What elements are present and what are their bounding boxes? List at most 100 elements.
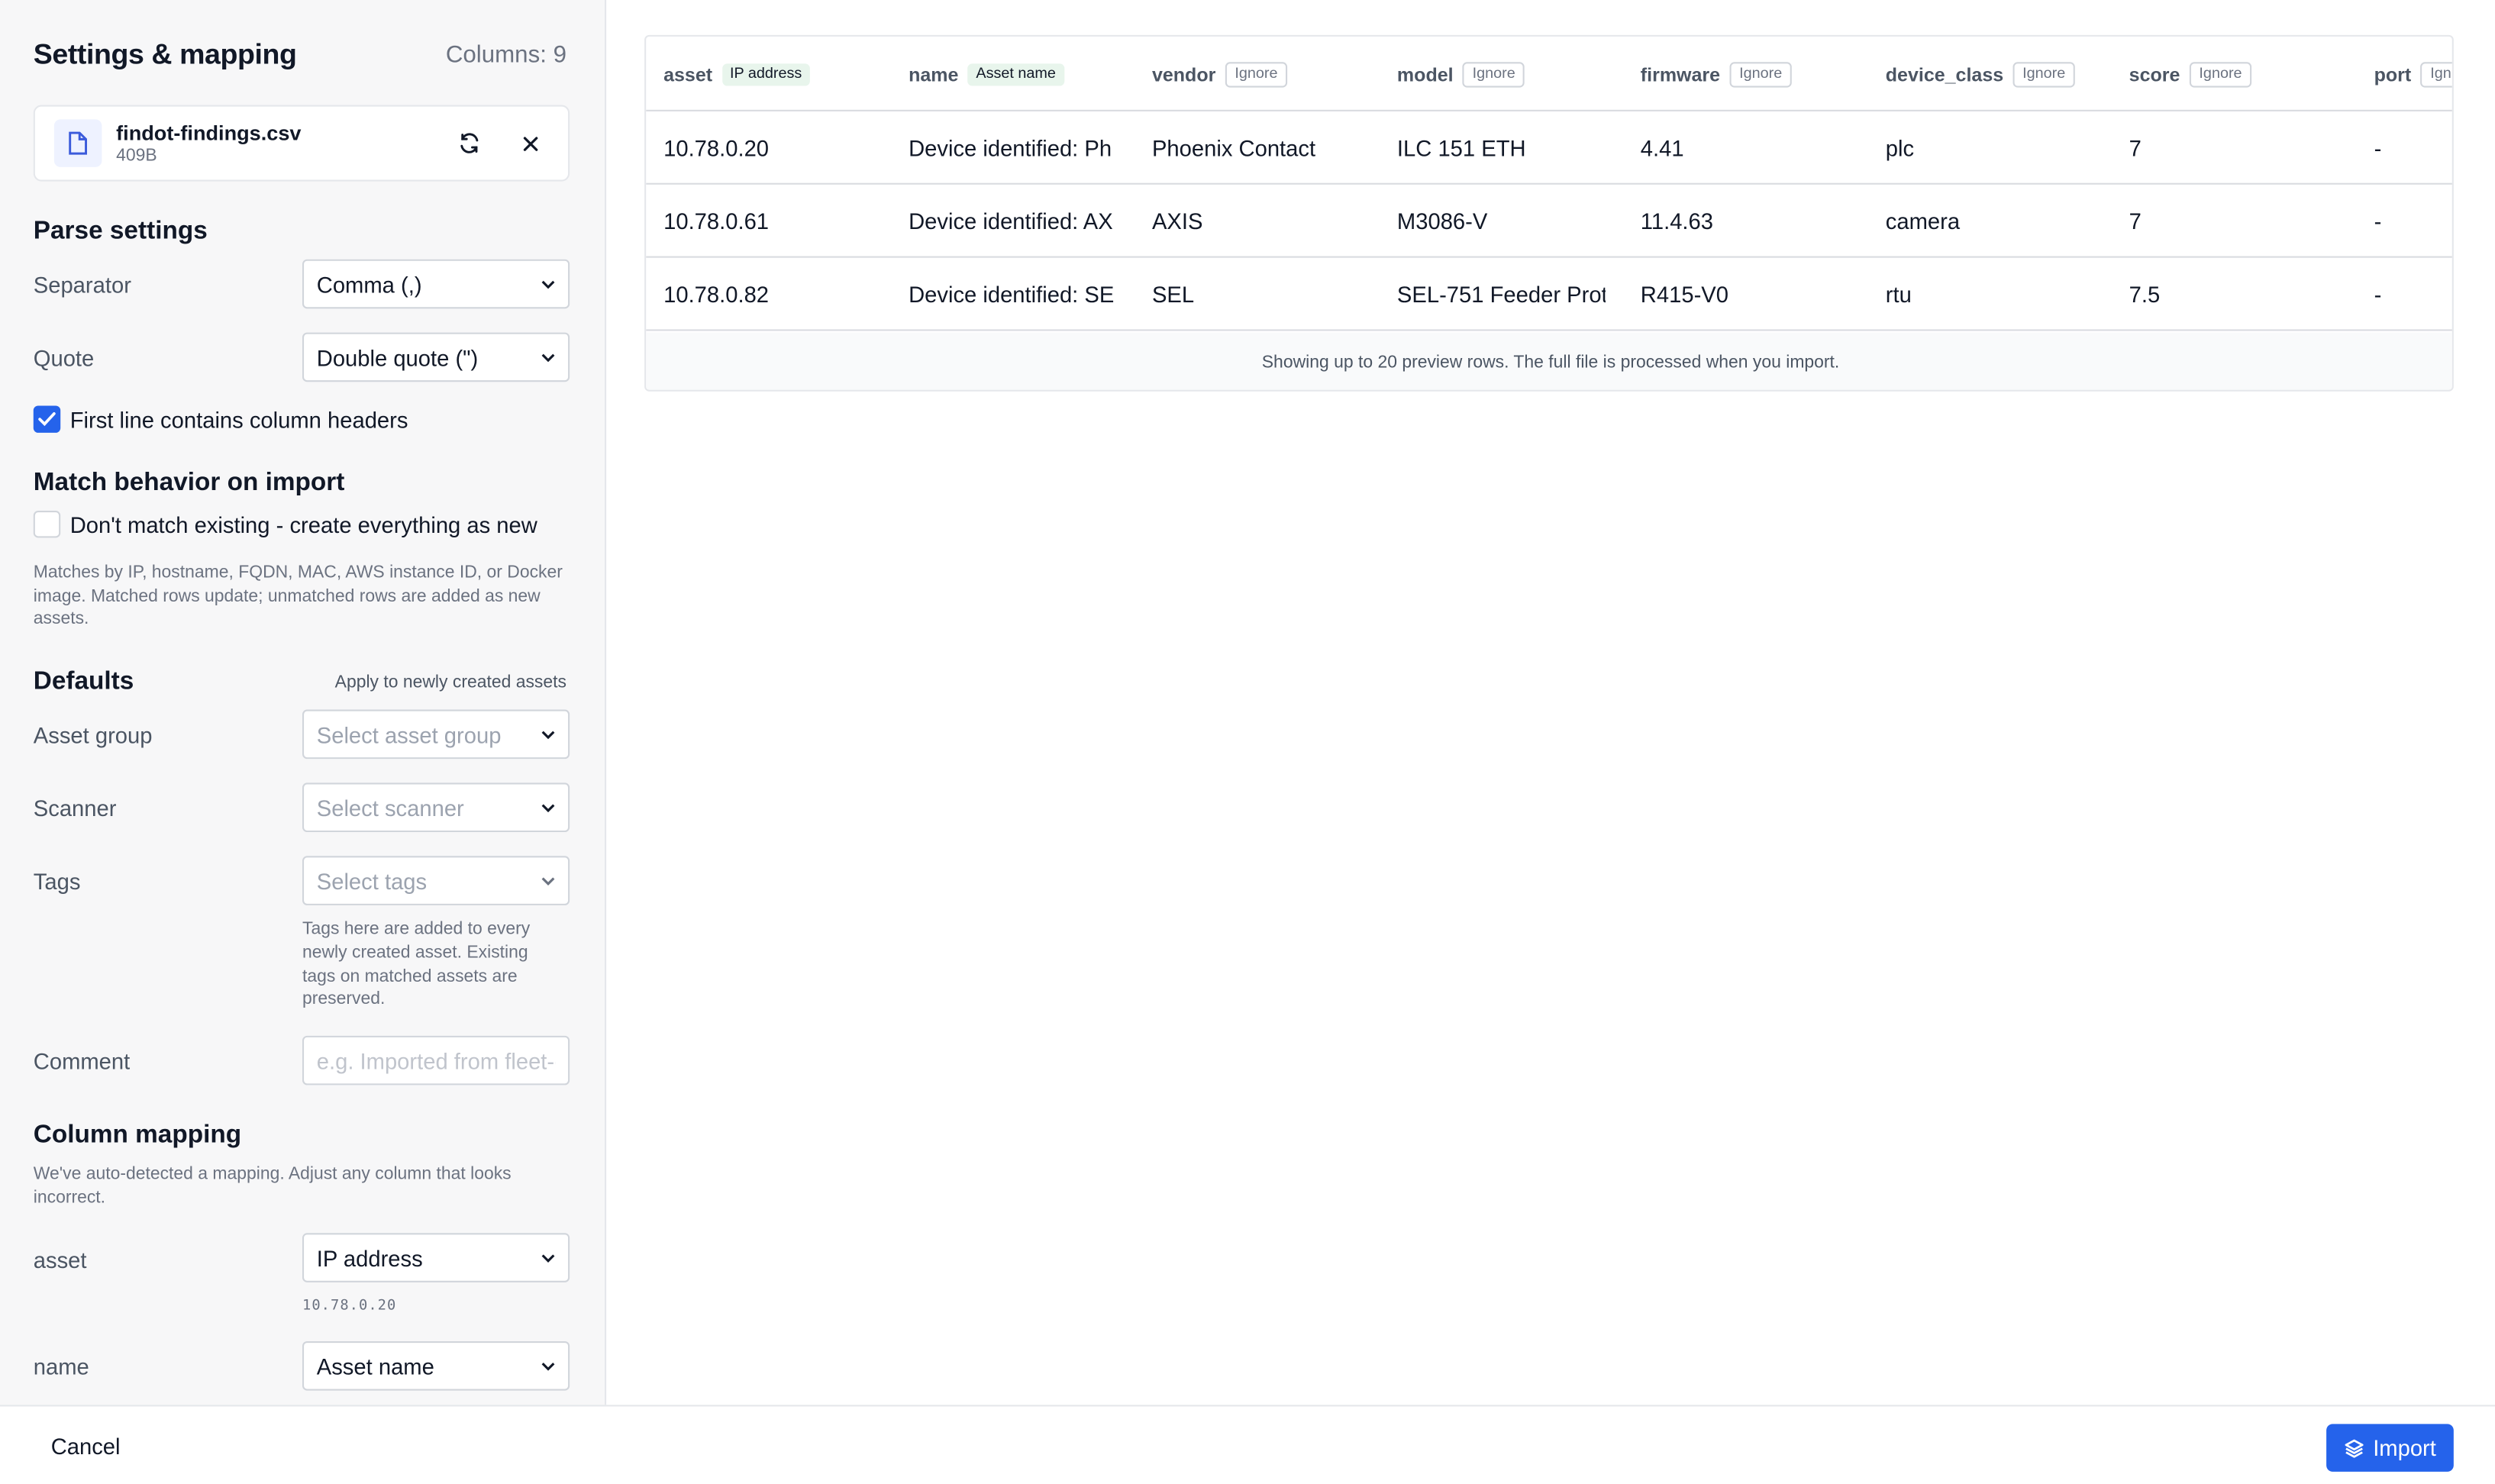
table-cell: SEL-751 Feeder Prote (1396, 281, 1606, 308)
quote-label: Quote (33, 345, 95, 371)
table-cell: AXIS (1151, 208, 1203, 234)
tags-label: Tags (33, 868, 81, 895)
import-dialog: Settings & mapping Columns: 9 findot-fin… (0, 0, 2495, 1484)
mapping-badge[interactable]: Ignore (1729, 61, 1792, 87)
column-header-name[interactable]: name Asset name (909, 37, 1064, 111)
tags-select[interactable]: Select tags (302, 856, 570, 905)
asset-group-label: Asset group (33, 722, 153, 748)
preview-area: asset IP address name Asset name vendor … (608, 0, 2495, 1405)
chevron-down-icon (540, 726, 556, 742)
table-cell: 11.4.63 (1640, 208, 1713, 234)
table-cell: 4.41 (1640, 135, 1684, 161)
comment-input[interactable] (302, 1035, 570, 1086)
columns-count: Columns: 9 (445, 40, 566, 68)
layers-icon (2345, 1437, 2365, 1458)
dont-match-checkbox[interactable] (33, 511, 61, 538)
tags-placeholder: Select tags (316, 867, 428, 894)
column-header-score[interactable]: score Ignore (2129, 37, 2252, 111)
tags-help-text: Tags here are added to every newly creat… (302, 919, 531, 1010)
file-card: findot-findings.csv 409B (33, 105, 570, 182)
chevron-down-icon (540, 1250, 556, 1266)
cancel-button[interactable]: Cancel (51, 1434, 121, 1459)
asset-group-placeholder: Select asset group (316, 721, 502, 747)
preview-footer-note: Showing up to 20 preview rows. The full … (646, 332, 2452, 390)
preview-table: asset IP address name Asset name vendor … (644, 34, 2454, 392)
table-cell: - (2374, 208, 2382, 234)
scanner-select[interactable]: Select scanner (302, 782, 570, 833)
table-cell: camera (1885, 208, 1961, 234)
scanner-placeholder: Select scanner (316, 795, 464, 821)
mapping-badge[interactable]: Asset name (967, 63, 1064, 85)
dont-match-label: Don't match existing - create everything… (69, 511, 537, 537)
headers-checkbox-row[interactable]: First line contains column headers (33, 405, 408, 433)
mapping-asset-value: IP address (316, 1244, 423, 1271)
table-cell: - (2374, 135, 2382, 161)
dialog-footer: Cancel Import (0, 1405, 2495, 1484)
mapping-asset-sample: 10.78.0.20 (302, 1298, 397, 1315)
close-icon[interactable] (511, 124, 549, 163)
table-cell: 10.78.0.82 (663, 281, 770, 308)
column-header-device-class[interactable]: device_class Ignore (1886, 37, 2075, 111)
comment-label: Comment (33, 1048, 131, 1074)
mapping-asset-select[interactable]: IP address (302, 1233, 570, 1282)
headers-checkbox-label: First line contains column headers (69, 406, 408, 432)
column-name: score (2129, 63, 2180, 85)
table-row: 10.78.0.82 Device identified: SE SEL SEL… (646, 258, 2452, 331)
table-cell: ILC 151 ETH (1396, 135, 1526, 161)
chevron-down-icon (540, 1358, 556, 1374)
table-row: 10.78.0.20 Device identified: Ph Phoenix… (646, 111, 2452, 185)
import-button[interactable]: Import (2326, 1424, 2454, 1472)
mapping-badge[interactable]: Ign (2420, 61, 2452, 87)
column-name: vendor (1151, 63, 1216, 85)
defaults-note: Apply to newly created assets (334, 673, 566, 692)
match-behavior-title: Match behavior on import (33, 469, 345, 497)
column-header-asset[interactable]: asset IP address (663, 37, 810, 111)
column-name: firmware (1640, 63, 1721, 85)
file-icon (53, 119, 102, 167)
mapping-badge[interactable]: Ignore (2012, 61, 2075, 87)
mapping-name-select[interactable]: Asset name (302, 1340, 570, 1391)
mapping-badge[interactable]: Ignore (1463, 61, 1525, 87)
asset-group-select[interactable]: Select asset group (302, 709, 570, 760)
table-cell: Device identified: Ph (909, 135, 1112, 161)
separator-select[interactable]: Comma (,) (302, 259, 570, 309)
table-cell: plc (1885, 135, 1915, 161)
mapping-badge[interactable]: Ignore (1225, 61, 1288, 87)
chevron-down-icon (540, 349, 556, 365)
file-meta: findot-findings.csv 409B (116, 121, 428, 165)
separator-label: Separator (33, 272, 131, 298)
table-cell: Device identified: AX (909, 208, 1113, 234)
dont-match-checkbox-row[interactable]: Don't match existing - create everything… (33, 511, 537, 538)
chevron-down-icon (540, 873, 556, 889)
import-label: Import (2373, 1434, 2436, 1461)
table-cell: Device identified: SE (909, 281, 1115, 308)
separator-value: Comma (,) (316, 271, 422, 297)
column-header-firmware[interactable]: firmware Ignore (1641, 37, 1792, 111)
column-mapping-help: We've auto-detected a mapping. Adjust an… (33, 1164, 512, 1207)
chevron-down-icon (540, 276, 556, 292)
match-help-text: Matches by IP, hostname, FQDN, MAC, AWS … (33, 563, 563, 629)
settings-header: Settings & mapping Columns: 9 (34, 32, 566, 76)
column-header-port[interactable]: port Ign (2374, 37, 2452, 111)
headers-checkbox[interactable] (33, 405, 61, 433)
mapping-badge[interactable]: IP address (721, 63, 810, 85)
scanner-label: Scanner (33, 795, 117, 821)
mapping-badge[interactable]: Ignore (2189, 61, 2252, 87)
table-cell: M3086-V (1396, 208, 1488, 234)
table-cell: rtu (1885, 281, 1912, 308)
table-cell: 7 (2129, 208, 2142, 234)
column-mapping-title: Column mapping (33, 1121, 242, 1149)
mapping-asset-label: asset (33, 1247, 87, 1273)
column-header-vendor[interactable]: vendor Ignore (1151, 37, 1288, 111)
table-cell: SEL (1151, 281, 1195, 308)
column-name: asset (663, 63, 713, 85)
column-name: model (1396, 63, 1454, 85)
column-name: port (2374, 63, 2412, 85)
mapping-name-label: name (33, 1353, 89, 1380)
table-cell: 10.78.0.61 (663, 208, 770, 234)
column-name: device_class (1885, 63, 2004, 85)
file-size: 409B (116, 146, 157, 166)
column-header-model[interactable]: model Ignore (1397, 37, 1525, 111)
quote-select[interactable]: Double quote (") (302, 332, 570, 382)
refresh-icon[interactable] (450, 124, 489, 163)
